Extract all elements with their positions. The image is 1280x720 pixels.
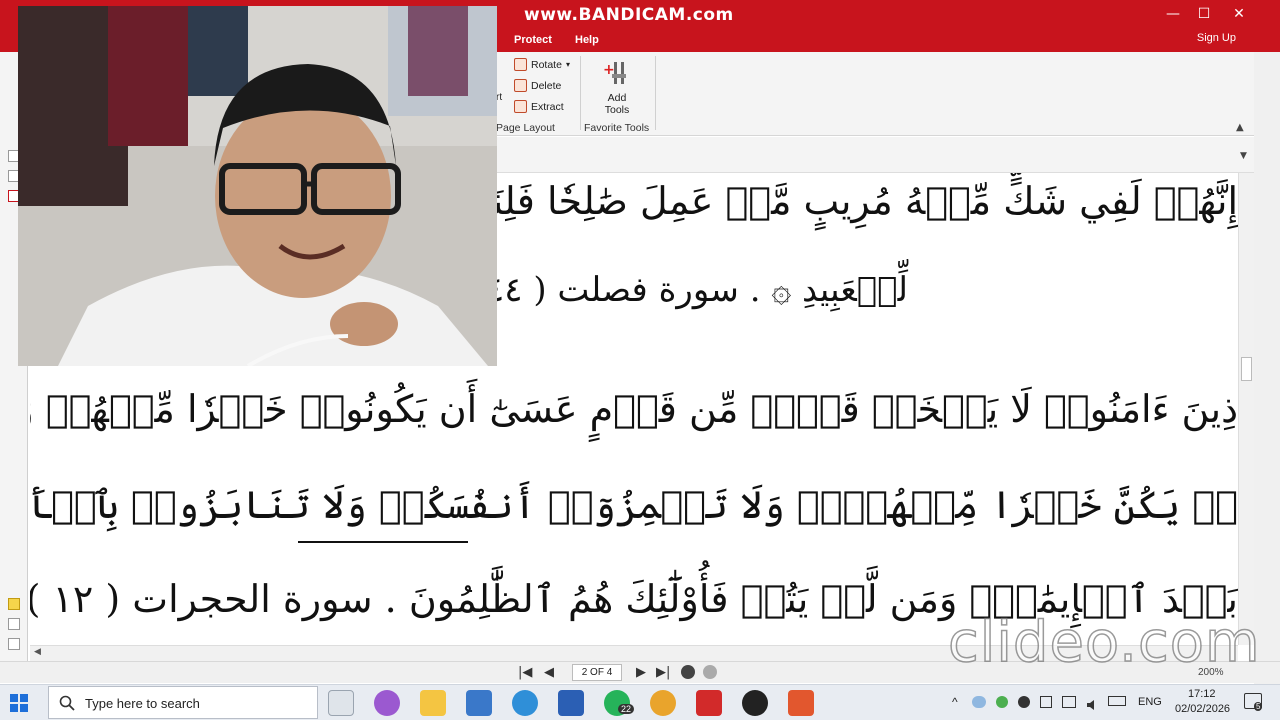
rotate-icon [514, 58, 527, 71]
windows-taskbar: Type here to search 22 ^ ENG 17:12 02/02… [0, 684, 1280, 720]
rotate-button[interactable]: Rotate ▾ [514, 58, 570, 71]
windows-start-icon[interactable] [10, 694, 28, 712]
app-window: www.BANDICAM.com — ☐ ✕ Protect Help Sign… [0, 0, 1280, 720]
keyboard-icon[interactable] [1108, 696, 1126, 706]
search-icon [59, 695, 75, 711]
bandicam-watermark: www.BANDICAM.com [524, 5, 734, 25]
chrome-icon[interactable] [650, 690, 676, 716]
show-hidden-icons[interactable]: ^ [952, 695, 958, 709]
add-tools-icon[interactable]: + [602, 60, 632, 88]
signature-icon[interactable] [8, 618, 20, 630]
tray-app-icon[interactable] [996, 696, 1008, 708]
extract-icon [514, 100, 527, 113]
whatsapp-icon[interactable]: 22 [604, 690, 635, 716]
next-page-button[interactable]: ▶ [636, 665, 646, 680]
page-number-field[interactable]: 2 OF 4 [572, 664, 622, 681]
page-icon[interactable] [8, 638, 20, 650]
favorite-tools-group-label: Favorite Tools [584, 122, 650, 134]
collapse-ribbon-icon[interactable]: ▲ [1236, 122, 1244, 133]
task-view-icon[interactable] [328, 690, 354, 716]
wps-office-icon[interactable] [696, 690, 722, 716]
add-tools-label-1: Add [607, 92, 627, 104]
scroll-left-icon[interactable]: ◀ [34, 647, 41, 657]
text-underline [298, 541, 468, 543]
add-tools-button[interactable]: Add Tools [600, 92, 634, 116]
edge-icon[interactable] [512, 690, 538, 716]
display-icon[interactable] [1062, 696, 1076, 708]
vertical-scroll-thumb[interactable] [1241, 357, 1252, 381]
tray-record-icon[interactable] [1018, 696, 1030, 708]
page-layout-group-label: Page Layout [496, 122, 555, 134]
document-line-4: نۡ يَكُنَّ خَيۡرٗا مِّنۡهُنَّۖ وَلَا تَل… [30, 483, 1238, 527]
first-page-button[interactable]: |◀ [518, 665, 532, 680]
webcam-overlay [18, 6, 497, 366]
comment-icon[interactable] [8, 598, 20, 610]
notification-badge: 5 [1254, 702, 1263, 711]
close-button[interactable]: ✕ [1224, 4, 1254, 24]
network-icon[interactable] [1040, 696, 1052, 708]
clock-time[interactable]: 17:12 [1188, 688, 1216, 700]
taskbar-search-box[interactable]: Type here to search [48, 686, 318, 719]
onedrive-icon[interactable] [972, 696, 986, 708]
toolbar-dropdown-icon[interactable]: ▼ [1240, 151, 1247, 161]
extract-label: Extract [531, 100, 564, 113]
rotate-label: Rotate [531, 58, 562, 71]
ribbon-separator [580, 56, 581, 130]
copilot-icon[interactable] [374, 690, 400, 716]
extract-button[interactable]: Extract [514, 100, 564, 113]
chevron-down-icon: ▾ [565, 60, 570, 69]
microsoft-store-icon[interactable] [466, 690, 492, 716]
pdf-app-icon[interactable] [788, 690, 814, 716]
delete-label: Delete [531, 79, 562, 92]
webcam-person-image [18, 6, 497, 366]
previous-page-button[interactable]: ◀ [544, 665, 554, 680]
clideo-watermark: clideo.com [947, 609, 1261, 676]
maximize-button[interactable]: ☐ [1189, 4, 1219, 24]
add-tools-label-2: Tools [604, 104, 630, 116]
back-view-icon[interactable] [681, 665, 695, 679]
notification-icon[interactable]: 5 [1244, 693, 1263, 711]
svg-text:+: + [603, 62, 615, 78]
word-icon[interactable] [558, 690, 584, 716]
forward-view-icon[interactable] [703, 665, 717, 679]
file-explorer-icon[interactable] [420, 690, 446, 716]
delete-button[interactable]: Delete [514, 79, 561, 92]
volume-icon[interactable] [1086, 696, 1100, 710]
ribbon-separator [655, 56, 656, 130]
last-page-button[interactable]: ▶| [656, 665, 670, 680]
right-panel [1254, 52, 1280, 684]
clock-date[interactable]: 02/02/2026 [1175, 703, 1230, 715]
document-line-2: لِّلۡعَبِيدِ ۞ . سورة فصلت ( ٤٤ ) [462, 270, 908, 310]
whatsapp-badge: 22 [618, 704, 635, 714]
language-indicator[interactable]: ENG [1138, 696, 1162, 708]
sign-up-link[interactable]: Sign Up [1197, 32, 1236, 44]
search-placeholder: Type here to search [85, 696, 200, 711]
document-line-3: ذِينَ ءَامَنُوا۟ لَا يَسۡخَرۡ قَوۡمٞ مِّ… [30, 387, 1238, 431]
delete-icon [514, 79, 527, 92]
bandicam-icon[interactable] [742, 690, 768, 716]
menu-help[interactable]: Help [575, 34, 599, 46]
minimize-button[interactable]: — [1158, 4, 1188, 24]
menu-protect[interactable]: Protect [514, 34, 552, 46]
vertical-scrollbar[interactable] [1238, 173, 1254, 645]
